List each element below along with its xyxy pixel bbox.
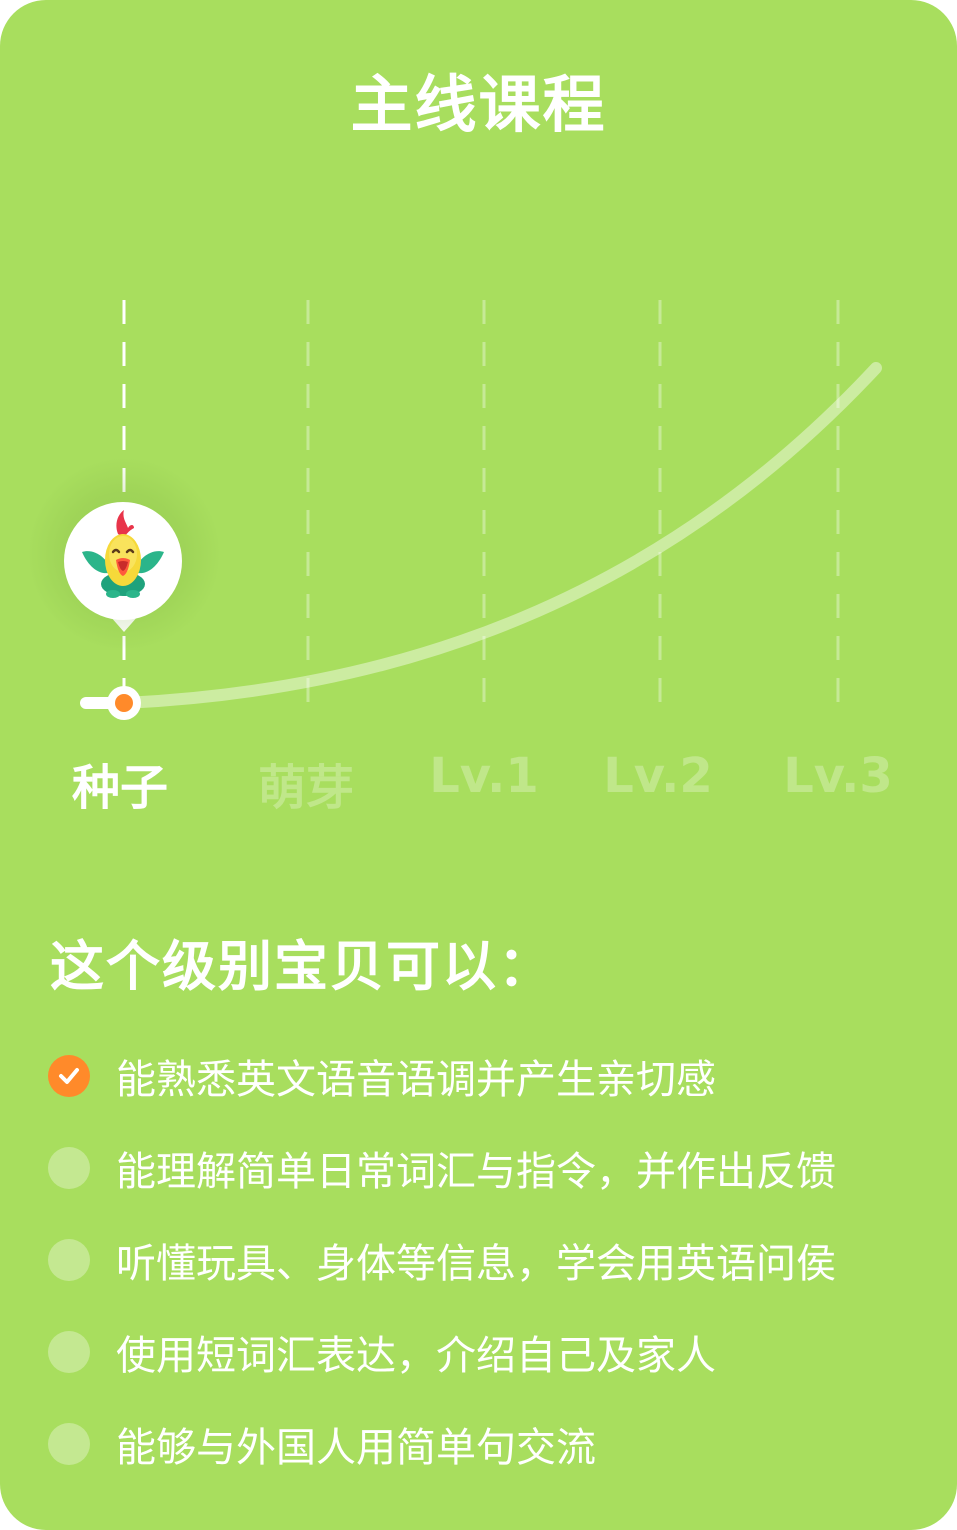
current-level-marker-dot	[115, 694, 133, 712]
checkmark-icon	[48, 1055, 90, 1097]
pending-dot-icon	[48, 1331, 90, 1373]
rooster-mascot-icon	[64, 502, 182, 620]
ability-list: 能熟悉英文语音语调并产生亲切感 能理解简单日常词汇与指令，并作出反馈 听懂玩具、…	[48, 1030, 928, 1490]
list-item: 听懂玩具、身体等信息，学会用英语问侯	[48, 1214, 928, 1306]
main-course-card: 主线课程 种子 萌芽 Lv.1 Lv.2 Lv.3 这个级别宝贝可以： 能熟悉英…	[0, 0, 957, 1530]
pending-dot-icon	[48, 1147, 90, 1189]
pending-dot-icon	[48, 1239, 90, 1281]
list-item: 能熟悉英文语音语调并产生亲切感	[48, 1030, 928, 1122]
ability-text: 听懂玩具、身体等信息，学会用英语问侯	[116, 1241, 836, 1287]
level-label-lv1[interactable]: Lv.1	[404, 748, 564, 804]
abilities-heading: 这个级别宝贝可以：	[50, 935, 554, 998]
level-label-lv2[interactable]: Lv.2	[578, 748, 738, 804]
ability-text: 能熟悉英文语音语调并产生亲切感	[116, 1057, 716, 1103]
pending-dot-icon	[48, 1423, 90, 1465]
growth-curve	[118, 362, 882, 709]
level-label-seed[interactable]: 种子	[40, 748, 200, 818]
list-item: 能理解简单日常词汇与指令，并作出反馈	[48, 1122, 928, 1214]
level-label-sprout[interactable]: 萌芽	[226, 748, 386, 818]
ability-text: 能理解简单日常词汇与指令，并作出反馈	[116, 1149, 836, 1195]
level-label-lv3[interactable]: Lv.3	[758, 748, 918, 804]
list-item: 使用短词汇表达，介绍自己及家人	[48, 1306, 928, 1398]
list-item: 能够与外国人用简单句交流	[48, 1398, 928, 1490]
ability-text: 能够与外国人用简单句交流	[116, 1425, 596, 1471]
ability-text: 使用短词汇表达，介绍自己及家人	[116, 1333, 716, 1379]
